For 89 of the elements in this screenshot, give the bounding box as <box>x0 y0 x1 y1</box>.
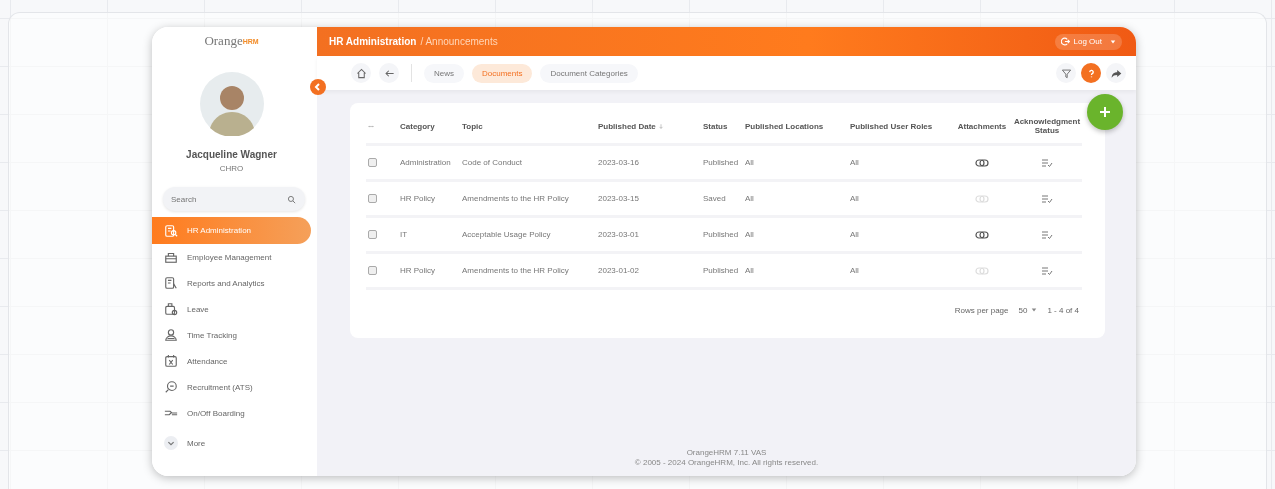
table-cell: IT <box>400 218 462 254</box>
paperclip-icon[interactable] <box>975 229 989 240</box>
table-cell: Amendments to the HR Policy <box>462 182 598 218</box>
filter-button[interactable] <box>1056 63 1076 83</box>
filter-icon <box>1060 67 1072 79</box>
table-cell: 2023-03-01 <box>598 218 703 254</box>
nav-item[interactable]: Attendance <box>152 348 311 374</box>
tab[interactable]: Document Categories <box>540 63 638 83</box>
company-link[interactable]: OrangeHRM, Inc. <box>687 458 751 467</box>
checklist-icon[interactable] <box>1041 193 1053 204</box>
table-cell: All <box>745 254 850 290</box>
nav-item[interactable]: Leave <box>152 296 311 322</box>
search-icon <box>287 194 296 204</box>
search-field[interactable]: Search <box>163 187 305 211</box>
table-cell: 2023-03-15 <box>598 182 703 218</box>
user-name: Jacqueline Wagner <box>185 149 278 160</box>
chat-search-icon <box>164 380 178 394</box>
user-role: CHRO <box>218 164 245 173</box>
row-checkbox[interactable] <box>368 230 377 239</box>
footer-copyright: © 2005 - 2024 OrangeHRM, Inc. All rights reserved. <box>633 458 820 468</box>
back-button[interactable] <box>379 63 399 83</box>
column-header[interactable]: Attachments <box>952 109 1012 146</box>
nav-item[interactable]: Reports and Analytics <box>152 270 311 296</box>
row-checkbox[interactable] <box>368 194 377 203</box>
column-header[interactable]: Acknowledgment Status <box>1012 109 1082 146</box>
table-cell: Published <box>703 146 745 182</box>
nav-item[interactable]: Time Tracking <box>152 322 311 348</box>
rows-per-page-label: Rows per page <box>954 305 1009 315</box>
table-cell: Code of Conduct <box>462 146 598 182</box>
table-cell: All <box>850 254 952 290</box>
sort-arrow-icon <box>657 122 664 130</box>
row-checkbox[interactable] <box>368 266 377 275</box>
nav-item[interactable]: Recruitment (ATS) <box>152 374 311 400</box>
more-item[interactable]: More <box>152 430 311 456</box>
home-button[interactable] <box>351 63 371 83</box>
table-cell: Acceptable Usage Policy <box>462 218 598 254</box>
column-header[interactable]: Published User Roles <box>850 109 952 146</box>
table-cell: All <box>850 182 952 218</box>
avatar-icon <box>199 72 264 136</box>
document-search-icon <box>164 223 178 238</box>
calendar-icon <box>164 354 178 368</box>
column-header[interactable]: Status <box>703 109 745 146</box>
share-button[interactable] <box>1106 63 1126 83</box>
table-cell: 2023-01-02 <box>598 254 703 290</box>
page-size-select[interactable]: 50 <box>1018 305 1038 315</box>
table-cell: HR Policy <box>400 182 462 218</box>
caret-icon <box>1110 38 1116 45</box>
table-cell: All <box>850 218 952 254</box>
footer-version: OrangeHRM 7.11 VAS <box>685 448 768 458</box>
table-cell: Published <box>703 218 745 254</box>
table-cell: HR Policy <box>400 254 462 290</box>
help-button[interactable] <box>1081 63 1101 83</box>
person-icon <box>164 328 178 342</box>
table-cell: 2023-03-16 <box>598 146 703 182</box>
column-header[interactable]: Topic <box>462 109 598 146</box>
nav-item[interactable]: On/Off Boarding <box>152 400 311 426</box>
share-icon <box>1110 67 1122 79</box>
column-header[interactable]: Published Locations <box>745 109 850 146</box>
table-cell: Saved <box>703 182 745 218</box>
page-range: 1 - 4 of 4 <box>1047 305 1079 315</box>
paperclip-icon[interactable] <box>975 157 989 168</box>
logout-icon <box>1060 37 1070 46</box>
home-icon <box>355 67 367 79</box>
row-checkbox[interactable] <box>368 158 377 167</box>
report-icon <box>164 276 178 290</box>
tab[interactable]: News <box>424 63 464 83</box>
checklist-icon[interactable] <box>1041 229 1053 240</box>
table-cell: Published <box>703 254 745 290</box>
bag-icon <box>164 302 178 316</box>
checklist-icon[interactable] <box>1041 265 1053 276</box>
table-cell: All <box>745 182 850 218</box>
page-subtitle: / Announcements <box>420 36 498 47</box>
chevron-down-icon <box>164 436 178 450</box>
table-cell: Amendments to the HR Policy <box>462 254 598 290</box>
table-cell: All <box>745 146 850 182</box>
column-header[interactable]: Published Date <box>598 109 703 146</box>
plus-icon <box>1099 106 1111 118</box>
table-cell: All <box>850 146 952 182</box>
arrow-left-icon <box>383 67 395 79</box>
table-cell: Administration <box>400 146 462 182</box>
caret-icon <box>1031 307 1038 313</box>
add-button[interactable] <box>1087 94 1123 130</box>
logo-text: Orange <box>204 33 243 49</box>
column-header[interactable]: Category <box>400 109 462 146</box>
page-title: HR Administration <box>329 36 417 47</box>
nav-item[interactable]: Employee Management <box>152 244 311 270</box>
briefcase-icon <box>164 250 178 264</box>
table-cell: All <box>745 218 850 254</box>
checklist-icon[interactable] <box>1041 157 1053 168</box>
